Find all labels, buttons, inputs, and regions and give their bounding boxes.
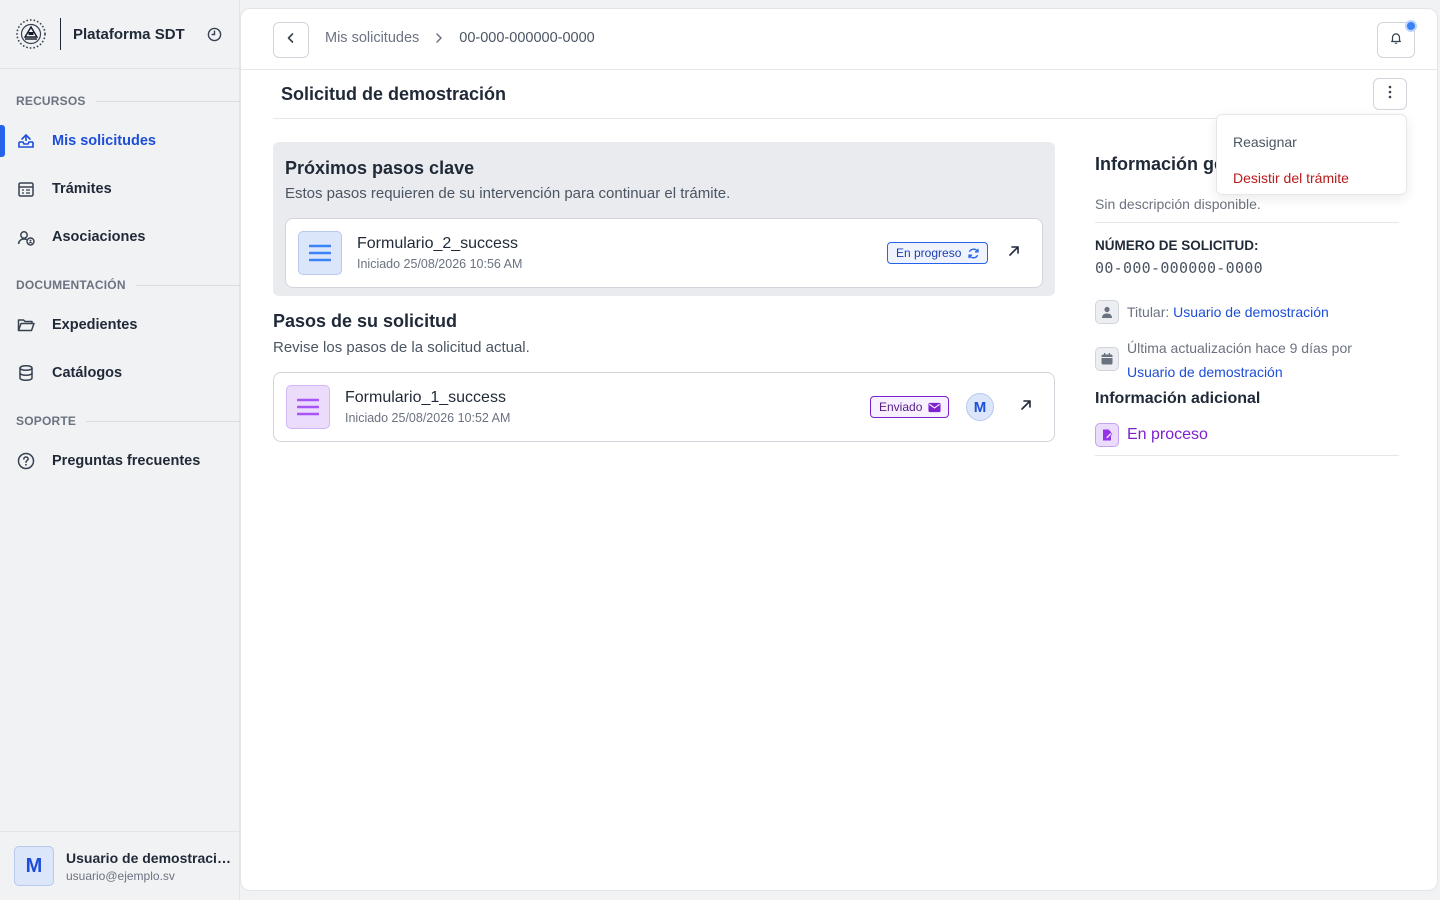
notification-dot [1405, 20, 1417, 32]
envelope-icon [928, 402, 941, 413]
kebab-icon [1388, 85, 1392, 104]
question-circle-icon [16, 451, 36, 471]
status-badge-label: Enviado [879, 400, 923, 414]
sidebar-item-label: Mis solicitudes [52, 133, 156, 149]
step-card-formulario-1[interactable]: Formulario_1_success Iniciado 25/08/2026… [273, 372, 1055, 442]
sidebar-item-asociaciones[interactable]: Asociaciones [0, 217, 239, 257]
steps-title: Pasos de su solicitud [273, 311, 458, 331]
user-group-icon [16, 227, 36, 247]
topbar: Mis solicitudes 00-000-000000-0000 [241, 9, 1437, 70]
calendar-list-icon [16, 179, 36, 199]
notifications-button[interactable] [1377, 20, 1417, 58]
sidebar-item-label: Expedientes [52, 317, 138, 333]
section-label-documentation: DOCUMENTACIÓN [16, 278, 240, 292]
breadcrumb-link-mis-solicitudes[interactable]: Mis solicitudes [325, 30, 419, 46]
breadcrumb: Mis solicitudes 00-000-000000-0000 [325, 30, 595, 46]
user-profile[interactable]: M Usuario de demostraci… usuario@ejemplo… [0, 831, 239, 900]
brand-header: Plataforma SDT [0, 0, 239, 69]
request-number-value: 00-000-000000-0000 [1095, 259, 1263, 277]
assignee-avatar: M [966, 393, 994, 421]
form-lines-icon [286, 385, 330, 429]
sidebar-item-label: Trámites [52, 181, 112, 197]
status-badge: En progreso [887, 242, 989, 264]
arrow-up-right-icon [1019, 398, 1033, 417]
folder-icon [16, 315, 36, 335]
step-card-formulario-2[interactable]: Formulario_2_success Iniciado 25/08/2026… [285, 218, 1043, 288]
chevron-left-icon [284, 31, 298, 50]
status-badge: Enviado [870, 396, 950, 418]
open-step-button[interactable] [1004, 243, 1024, 263]
divider [1095, 222, 1399, 223]
key-steps-panel: Próximos pasos clave Estos pasos requier… [273, 142, 1055, 296]
open-step-button[interactable] [1016, 397, 1036, 417]
step-name: Formulario_2_success [357, 235, 518, 252]
inbox-icon [16, 131, 36, 151]
brand-divider [60, 18, 61, 50]
updated-by-link[interactable]: Usuario de demostración [1127, 364, 1283, 380]
key-steps-subtitle: Estos pasos requieren de su intervención… [285, 185, 731, 202]
form-lines-icon [298, 231, 342, 275]
process-status-label: En proceso [1127, 426, 1208, 443]
page-header: Solicitud de demostración [273, 70, 1407, 119]
step-date: Iniciado 25/08/2026 10:52 AM [345, 411, 511, 425]
sidebar-item-preguntas-frecuentes[interactable]: Preguntas frecuentes [0, 441, 239, 481]
owner-row: Titular: Usuario de demostración [1127, 304, 1329, 320]
main-panel: Mis solicitudes 00-000-000000-0000 Solic… [240, 8, 1438, 891]
divider [1095, 455, 1399, 456]
sidebar-item-mis-solicitudes[interactable]: Mis solicitudes [0, 121, 239, 161]
user-icon [1095, 300, 1119, 324]
user-name: Usuario de demostraci… [66, 849, 231, 866]
calendar-icon [1095, 347, 1119, 371]
last-update-text: Última actualización hace 9 días por [1127, 340, 1352, 356]
refresh-icon [967, 247, 980, 260]
sidebar-item-catalogos[interactable]: Catálogos [0, 353, 239, 393]
steps-subtitle: Revise los pasos de la solicitud actual. [273, 339, 530, 356]
sidebar-item-tramites[interactable]: Trámites [0, 169, 239, 209]
more-options-button[interactable] [1373, 78, 1407, 110]
step-name: Formulario_1_success [345, 389, 506, 406]
breadcrumb-current: 00-000-000000-0000 [459, 30, 595, 46]
sidebar-item-label: Preguntas frecuentes [52, 453, 201, 469]
back-button[interactable] [273, 22, 309, 58]
brand-title: Plataforma SDT [73, 25, 185, 43]
process-status: En proceso [1095, 423, 1208, 447]
page-title: Solicitud de demostración [281, 84, 507, 104]
owner-link[interactable]: Usuario de demostración [1173, 304, 1329, 320]
section-label-support: SOPORTE [16, 414, 240, 428]
owner-label: Titular: [1127, 304, 1170, 320]
menu-item-withdraw[interactable]: Desistir del trámite [1217, 160, 1406, 196]
coat-of-arms-logo [15, 18, 47, 50]
arrow-up-right-icon [1007, 244, 1021, 263]
user-email: usuario@ejemplo.sv [66, 868, 175, 883]
database-icon [16, 363, 36, 383]
key-steps-title: Próximos pasos clave [285, 158, 475, 178]
status-badge-label: En progreso [896, 246, 962, 260]
options-menu: Reasignar Desistir del trámite [1216, 114, 1407, 195]
sidebar: Plataforma SDT RECURSOS Mis solicitudes … [0, 0, 240, 900]
avatar: M [14, 846, 54, 886]
bell-icon [1389, 31, 1403, 50]
menu-item-reassign[interactable]: Reasignar [1217, 124, 1406, 160]
step-date: Iniciado 25/08/2026 10:56 AM [357, 257, 523, 271]
section-label-resources: RECURSOS [16, 94, 240, 108]
request-number-label: NÚMERO DE SOLICITUD: [1095, 238, 1259, 253]
history-icon[interactable] [207, 26, 223, 42]
sidebar-item-expedientes[interactable]: Expedientes [0, 305, 239, 345]
sidebar-item-label: Catálogos [52, 365, 123, 381]
chevron-right-icon [433, 32, 445, 44]
document-edit-icon [1095, 423, 1119, 447]
general-info-description: Sin descripción disponible. [1095, 196, 1261, 212]
sidebar-item-label: Asociaciones [52, 229, 146, 245]
additional-info-title: Información adicional [1095, 390, 1261, 407]
